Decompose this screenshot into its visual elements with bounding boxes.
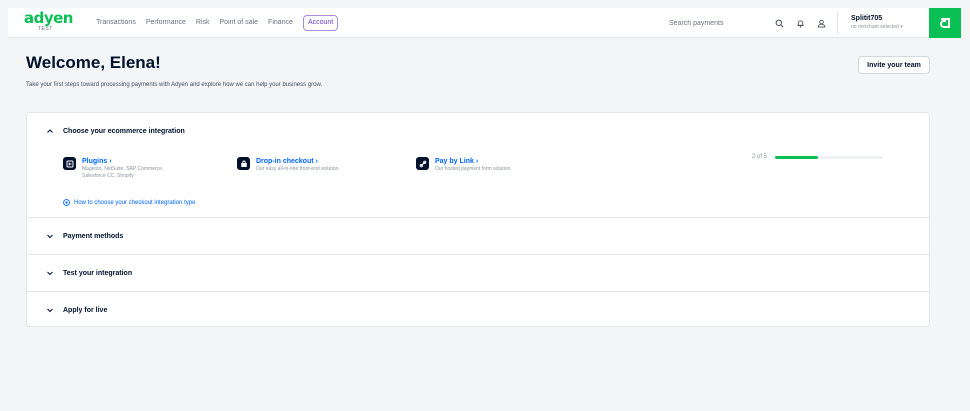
section-payment-methods[interactable]: Payment methods <box>27 229 929 243</box>
user-icon[interactable] <box>816 18 826 28</box>
chevron-down-icon <box>46 306 54 314</box>
section-divider <box>27 254 929 255</box>
chevron-down-icon <box>46 232 54 240</box>
test-progress: 2 of 5 <box>752 154 884 160</box>
invite-team-button[interactable]: Invite your team <box>858 56 930 74</box>
nav-performance[interactable]: Performance <box>146 16 186 30</box>
plugin-icon <box>63 157 76 170</box>
toolbar-divider <box>837 12 838 34</box>
option-title[interactable]: Pay by Link › <box>435 157 512 166</box>
shopping-bag-icon <box>237 157 250 170</box>
nav-finance[interactable]: Finance <box>268 16 293 30</box>
section-divider <box>27 217 929 218</box>
environment-tag: TEST <box>38 26 53 32</box>
search-icon[interactable] <box>775 19 784 28</box>
integration-option-drop-in[interactable]: Drop-in checkout › Our easy all-in-one f… <box>237 157 340 173</box>
top-navigation-bar: adyen TEST Transactions Performance Risk… <box>8 8 961 38</box>
section-test-integration[interactable]: Test your integration <box>27 266 929 280</box>
page-title: Welcome, Elena! <box>26 53 161 72</box>
onboarding-checklist: Choose your ecommerce integration Plugin… <box>26 112 930 327</box>
account-name: Splitit705 <box>851 15 883 22</box>
integration-help-link[interactable]: How to choose your checkout integration … <box>63 199 195 206</box>
page-intro-text: Take your first steps toward processing … <box>26 82 323 88</box>
help-link-text[interactable]: How to choose your checkout integration … <box>74 200 195 206</box>
bell-icon[interactable] <box>795 18 805 28</box>
chevron-down-icon <box>46 269 54 277</box>
adyen-logo[interactable]: adyen TEST <box>24 9 74 33</box>
chevron-up-icon <box>46 127 54 135</box>
info-icon <box>63 199 70 206</box>
integration-option-plugins[interactable]: Plugins › Magento, NetSuite, SAP Commerc… <box>63 157 163 180</box>
option-description: Our hosted payment form solution. <box>435 166 512 172</box>
progress-bar <box>775 155 884 159</box>
section-title: Apply for live <box>63 306 108 314</box>
nav-transactions[interactable]: Transactions <box>96 16 136 30</box>
section-ecommerce-integration[interactable]: Choose your ecommerce integration <box>27 124 929 138</box>
main-nav: Transactions Performance Risk Point of s… <box>96 8 339 38</box>
progress-bar-fill <box>775 155 819 159</box>
option-description-line2: Salesforce CC, Shopify <box>82 173 134 179</box>
merchant-selector[interactable]: no merchant selected ▾ <box>851 23 903 32</box>
nav-point-of-sale[interactable]: Point of sale <box>220 16 259 30</box>
app-switcher-button[interactable] <box>929 8 961 38</box>
nav-risk[interactable]: Risk <box>196 16 210 30</box>
link-icon <box>416 157 429 170</box>
section-apply-for-live[interactable]: Apply for live <box>27 303 929 317</box>
option-description: Magento, NetSuite, SAP Commerce, <box>82 166 164 172</box>
account-switcher[interactable]: Splitit705 no merchant selected ▾ <box>851 14 903 32</box>
search-input[interactable] <box>669 19 764 27</box>
integration-option-pay-by-link[interactable]: Pay by Link › Our hosted payment form so… <box>416 157 512 173</box>
section-divider <box>27 291 929 292</box>
adyen-app-icon <box>939 17 951 29</box>
search-box <box>669 17 784 29</box>
progress-count: 2 of 5 <box>752 154 768 160</box>
section-title: Choose your ecommerce integration <box>63 127 185 135</box>
nav-account[interactable]: Account <box>302 15 339 31</box>
section-title: Payment methods <box>63 232 124 240</box>
section-title: Test your integration <box>63 269 133 277</box>
option-title[interactable]: Plugins › <box>82 157 163 166</box>
logo-wordmark: adyen <box>24 9 74 27</box>
option-title[interactable]: Drop-in checkout › <box>256 157 340 166</box>
option-description: Our easy all-in-one front-end solution. <box>256 166 340 172</box>
